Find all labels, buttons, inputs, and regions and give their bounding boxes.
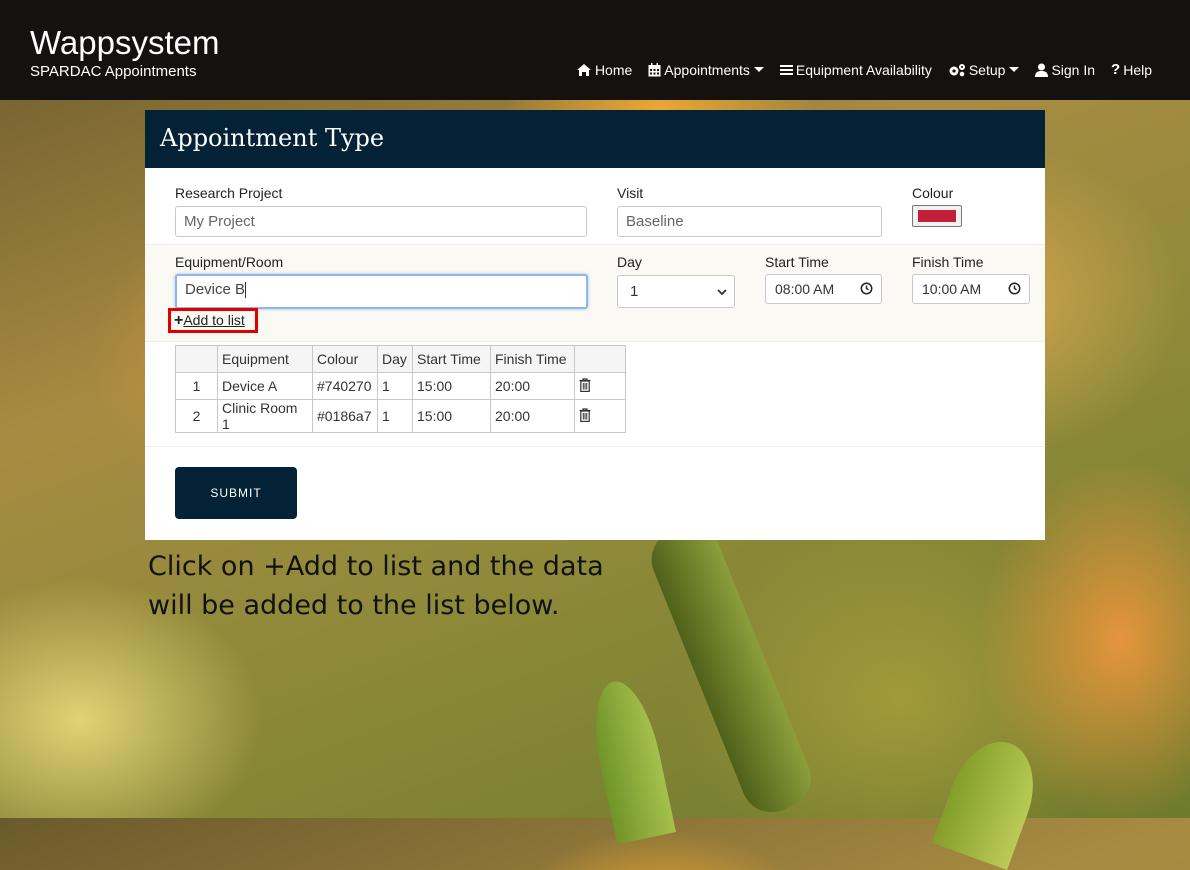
nav-home-label: Home [594,61,633,78]
table-row: 1 Device A #740270 1 15:00 20:00 [175,372,626,400]
colour-label: Colour [912,185,954,201]
user-icon [1035,63,1049,77]
nav-menu: Home Appointments Equipment Availability… [560,61,1152,78]
row-equipment: Clinic Room 1 [217,399,313,433]
gears-icon [949,63,965,76]
row-day: 1 [377,372,413,400]
row-start-time: 15:00 [412,372,491,400]
table-header-cell [175,345,218,373]
day-select[interactable]: 1 [617,275,735,308]
caret-down-icon [1009,67,1020,72]
day-select-value: 1 [630,283,639,300]
question-icon: ? [1111,61,1121,78]
start-time-value: 08:00 AM [775,281,835,297]
equipment-room-value: Device B [185,281,246,298]
trash-icon[interactable] [579,407,591,422]
calendar-icon [648,62,661,76]
visit-input[interactable]: Baseline [617,206,882,237]
nav-equipment-availability-label: Equipment Availability [795,61,932,78]
row-finish-time: 20:00 [490,399,575,433]
row-colour: #0186a7 [312,399,378,433]
nav-setup-label: Setup [968,61,1006,78]
row-number: 2 [175,399,218,433]
clock-icon[interactable] [1008,282,1021,295]
trash-icon[interactable] [579,377,591,392]
day-label: Day [617,254,642,270]
row-delete-cell [574,372,626,400]
chevron-down-icon [717,289,727,296]
table-header-cell: Colour [312,345,378,373]
equipment-table: Equipment Colour Day Start Time Finish T… [175,345,626,433]
finish-time-value: 10:00 AM [922,281,982,297]
background-leaf [931,729,1049,870]
brand-title[interactable]: Wappsystem [30,24,220,62]
finish-time-label: Finish Time [912,254,984,270]
row-equipment: Device A [217,372,313,400]
nav-setup[interactable]: Setup [948,61,1020,78]
add-to-list-label: Add to list [183,312,245,328]
list-icon [779,64,793,75]
table-row: 2 Clinic Room 1 #0186a7 1 15:00 20:00 [175,399,626,433]
text-cursor [245,282,247,299]
table-header-cell: Day [377,345,413,373]
appointment-type-card: Appointment Type Research Project My Pro… [145,110,1045,540]
research-project-label: Research Project [175,185,283,201]
nav-sign-in[interactable]: Sign In [1035,61,1095,78]
card-header: Appointment Type [145,110,1045,168]
divider [145,446,1045,447]
row-delete-cell [574,399,626,433]
equipment-room-label: Equipment/Room [175,254,284,270]
background-leaf [584,675,676,845]
row-start-time: 15:00 [412,399,491,433]
clock-icon[interactable] [860,282,873,295]
colour-picker[interactable] [912,205,962,227]
row-finish-time: 20:00 [490,372,575,400]
navbar: Wappsystem SPARDAC Appointments Home App… [0,0,1190,100]
start-time-label: Start Time [765,254,829,270]
nav-sign-in-label: Sign In [1051,61,1096,78]
row-number: 1 [175,372,218,400]
table-header-cell: Equipment [217,345,313,373]
nav-help-label: Help [1123,61,1152,78]
caret-down-icon [753,67,764,72]
research-project-input[interactable]: My Project [175,206,587,237]
table-header-row: Equipment Colour Day Start Time Finish T… [175,345,626,373]
nav-home[interactable]: Home [576,61,632,78]
background-stem [642,516,820,822]
table-header-cell [574,345,626,373]
start-time-input[interactable]: 08:00 AM [765,274,882,304]
equipment-room-input[interactable]: Device B [175,274,588,309]
nav-help[interactable]: ? Help [1111,61,1152,78]
colour-swatch [918,210,956,222]
add-to-list-link[interactable]: +Add to list [168,308,258,333]
nav-appointments-label: Appointments [664,61,750,78]
visit-label: Visit [617,185,644,201]
brand-subtitle: SPARDAC Appointments [30,63,197,80]
row-day: 1 [377,399,413,433]
row-colour: #740270 [312,372,378,400]
submit-button[interactable]: SUBMIT [175,467,297,519]
home-icon [576,63,591,76]
table-header-cell: Start Time [412,345,491,373]
finish-time-input[interactable]: 10:00 AM [912,274,1030,304]
plus-icon: + [174,312,184,329]
page-title: Appointment Type [160,124,385,152]
nav-equipment-availability[interactable]: Equipment Availability [779,61,932,78]
instruction-caption: Click on +Add to list and the data will … [148,551,604,621]
table-header-cell: Finish Time [490,345,575,373]
nav-appointments[interactable]: Appointments [648,61,764,78]
